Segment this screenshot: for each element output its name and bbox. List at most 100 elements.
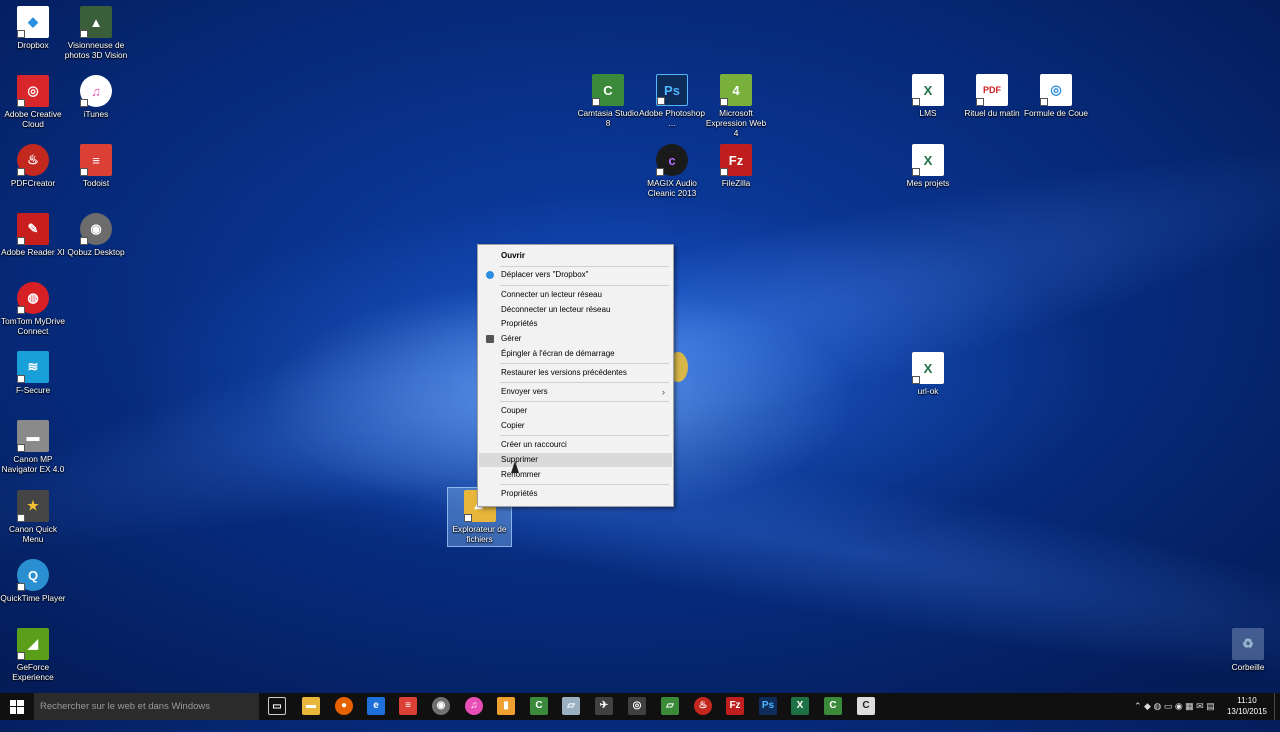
desktop-icon-label: QuickTime Player bbox=[0, 593, 66, 603]
taskbar-pdfcreator-icon[interactable]: ♨ bbox=[694, 697, 712, 715]
chevron-right-icon: › bbox=[662, 387, 665, 397]
desktop-icon-formule[interactable]: ◎ Formule de Coue bbox=[1023, 74, 1089, 118]
desktop-icon-camtasia[interactable]: C Camtasia Studio 8 bbox=[575, 74, 641, 128]
desktop-icon-label: F-Secure bbox=[15, 385, 51, 395]
expression-web-icon: 4 bbox=[720, 74, 752, 106]
task-view-icon[interactable]: ▭ bbox=[268, 697, 286, 715]
taskbar-camtasia-recorder-icon[interactable]: C bbox=[857, 697, 875, 715]
show-desktop-button[interactable] bbox=[1274, 693, 1280, 720]
recycle-bin-icon: ♻ bbox=[1232, 628, 1264, 660]
magix-icon: c bbox=[656, 144, 688, 176]
geforce-icon: ◢ bbox=[17, 628, 49, 660]
menu-item-copy[interactable]: Copier bbox=[479, 419, 672, 433]
menu-item-label: Connecter un lecteur réseau bbox=[501, 290, 602, 299]
menu-item-label: Déplacer vers "Dropbox" bbox=[501, 270, 589, 279]
menu-separator bbox=[500, 401, 669, 402]
quicktime-icon: Q bbox=[17, 559, 49, 591]
desktop-icon-photoshop[interactable]: Ps Adobe Photoshop ... bbox=[639, 74, 705, 128]
desktop-icon-rituel[interactable]: PDF Rituel du matin bbox=[959, 74, 1025, 118]
desktop-icon-label: Todoist bbox=[82, 178, 110, 188]
taskbar-itunes-icon[interactable]: ♫ bbox=[465, 697, 483, 715]
menu-item-label: Couper bbox=[501, 406, 528, 415]
desktop-icon-qobuz[interactable]: ◉ Qobuz Desktop bbox=[63, 213, 129, 257]
taskbar-camtasia-icon[interactable]: C bbox=[530, 697, 548, 715]
menu-item-rename[interactable]: Renommer bbox=[479, 468, 672, 482]
desktop-icon-recycle-bin[interactable]: ♻ Corbeille bbox=[1215, 628, 1280, 672]
taskbar-photoshop-icon[interactable]: Ps bbox=[759, 697, 777, 715]
desktop-icon-mes-projets[interactable]: X Mes projets bbox=[895, 144, 961, 188]
excel-file-icon: X bbox=[912, 144, 944, 176]
filezilla-icon: Fz bbox=[720, 144, 752, 176]
taskbar-excel-icon[interactable]: X bbox=[791, 697, 809, 715]
taskbar-todoist-icon[interactable]: ≡ bbox=[399, 697, 417, 715]
taskbar: Rechercher sur le web et dans Windows ▭ … bbox=[0, 693, 1280, 720]
desktop-icon-todoist[interactable]: ≡ Todoist bbox=[63, 144, 129, 188]
taskbar-explorer-icon[interactable]: ▬ bbox=[302, 697, 320, 715]
taskbar-filezilla-icon[interactable]: Fz bbox=[726, 697, 744, 715]
menu-item-ouvrir[interactable]: Ouvrir bbox=[479, 249, 672, 263]
desktop-icon-quicktime[interactable]: Q QuickTime Player bbox=[0, 559, 66, 603]
taskbar-app-icon[interactable]: ▱ bbox=[661, 697, 679, 715]
desktop-icon-label: Explorateur de fichiers bbox=[452, 524, 507, 544]
taskbar-app-icon[interactable]: ✈ bbox=[595, 697, 613, 715]
menu-item-disconnect-network-drive[interactable]: Déconnecter un lecteur réseau bbox=[479, 303, 672, 317]
todoist-icon: ≡ bbox=[80, 144, 112, 176]
taskbar-app-icon[interactable]: ◎ bbox=[628, 697, 646, 715]
menu-item-map-network-drive[interactable]: Connecter un lecteur réseau bbox=[479, 288, 672, 302]
desktop-icon-tomtom[interactable]: ◍ TomTom MyDrive Connect bbox=[0, 282, 66, 336]
menu-item-label: Créer un raccourci bbox=[501, 440, 567, 449]
desktop-icon-label: Corbeille bbox=[1231, 662, 1265, 672]
desktop-icon-pdfcreator[interactable]: ♨ PDFCreator bbox=[0, 144, 66, 188]
desktop-icon-itunes[interactable]: ♫ iTunes bbox=[63, 75, 129, 119]
taskbar-camtasia-icon[interactable]: C bbox=[824, 697, 842, 715]
menu-item-properties-top[interactable]: Propriétés bbox=[479, 317, 672, 331]
start-button[interactable] bbox=[0, 693, 34, 720]
menu-separator bbox=[500, 435, 669, 436]
desktop-icon-adobe-reader[interactable]: ✎ Adobe Reader XI bbox=[0, 213, 66, 257]
menu-item-cut[interactable]: Couper bbox=[479, 404, 672, 418]
desktop-icon-canon-navigator[interactable]: ▬ Canon MP Navigator EX 4.0 bbox=[0, 420, 66, 474]
scanner-icon: ▬ bbox=[17, 420, 49, 452]
desktop-icon-magix[interactable]: c MAGIX Audio Cleanic 2013 bbox=[639, 144, 705, 198]
desktop-icon-label: Microsoft Expression Web 4 bbox=[705, 108, 767, 138]
desktop-icon-canon-quick-menu[interactable]: ★ Canon Quick Menu bbox=[0, 490, 66, 544]
desktop-icon-label: Visionneuse de photos 3D Vision bbox=[64, 40, 128, 60]
taskbar-firefox-icon[interactable]: ● bbox=[335, 697, 353, 715]
taskbar-app-icon[interactable]: ▮ bbox=[497, 697, 515, 715]
f-secure-icon: ≋ bbox=[17, 351, 49, 383]
desktop-icon-expression-web[interactable]: 4 Microsoft Expression Web 4 bbox=[703, 74, 769, 138]
menu-item-send-to[interactable]: Envoyer vers › bbox=[479, 385, 672, 399]
document-file-icon: ◎ bbox=[1040, 74, 1072, 106]
menu-item-move-to-dropbox[interactable]: Déplacer vers "Dropbox" bbox=[479, 268, 672, 282]
desktop-icon-label: LMS bbox=[919, 108, 937, 118]
desktop-icon-3d-vision[interactable]: ▲ Visionneuse de photos 3D Vision bbox=[63, 6, 129, 60]
mouse-cursor-icon bbox=[511, 461, 519, 473]
menu-item-properties[interactable]: Propriétés bbox=[479, 487, 672, 501]
menu-item-label: Déconnecter un lecteur réseau bbox=[501, 305, 611, 314]
menu-item-pin-to-start[interactable]: Épingler à l'écran de démarrage bbox=[479, 347, 672, 361]
menu-item-label: Gérer bbox=[501, 334, 522, 343]
desktop-icon-lms[interactable]: X LMS bbox=[895, 74, 961, 118]
taskbar-qobuz-icon[interactable]: ◉ bbox=[432, 697, 450, 715]
menu-item-restore-versions[interactable]: Restaurer les versions précédentes bbox=[479, 366, 672, 380]
taskbar-edge-icon[interactable]: e bbox=[367, 697, 385, 715]
desktop-icon-label: FileZilla bbox=[721, 178, 751, 188]
menu-item-manage[interactable]: Gérer bbox=[479, 332, 672, 346]
menu-item-label: Supprimer bbox=[501, 455, 538, 464]
desktop-icon-f-secure[interactable]: ≋ F-Secure bbox=[0, 351, 66, 395]
system-tray-icons[interactable]: ⌃ ◆ ◍ ▭ ◉ ▦ ✉ ▤ bbox=[1134, 693, 1215, 720]
taskbar-search-box[interactable]: Rechercher sur le web et dans Windows bbox=[34, 693, 259, 720]
desktop-icon-dropbox[interactable]: ◆ Dropbox bbox=[0, 6, 66, 50]
menu-separator bbox=[500, 266, 669, 267]
desktop-icon-geforce[interactable]: ◢ GeForce Experience bbox=[0, 628, 66, 682]
menu-item-label: Propriétés bbox=[501, 319, 538, 328]
desktop-icon-creative-cloud[interactable]: ◎ Adobe Creative Cloud bbox=[0, 75, 66, 129]
desktop-icon-url-ok[interactable]: Xurl-ok bbox=[895, 352, 961, 396]
taskbar-clock[interactable]: 11:10 13/10/2015 bbox=[1222, 695, 1272, 717]
menu-item-label: Restaurer les versions précédentes bbox=[501, 368, 627, 377]
menu-item-delete[interactable]: Supprimer bbox=[479, 453, 672, 467]
menu-item-create-shortcut[interactable]: Créer un raccourci bbox=[479, 438, 672, 452]
taskbar-app-icon[interactable]: ▱ bbox=[562, 697, 580, 715]
desktop-icon-label: iTunes bbox=[83, 109, 109, 119]
desktop-icon-filezilla[interactable]: Fz FileZilla bbox=[703, 144, 769, 188]
